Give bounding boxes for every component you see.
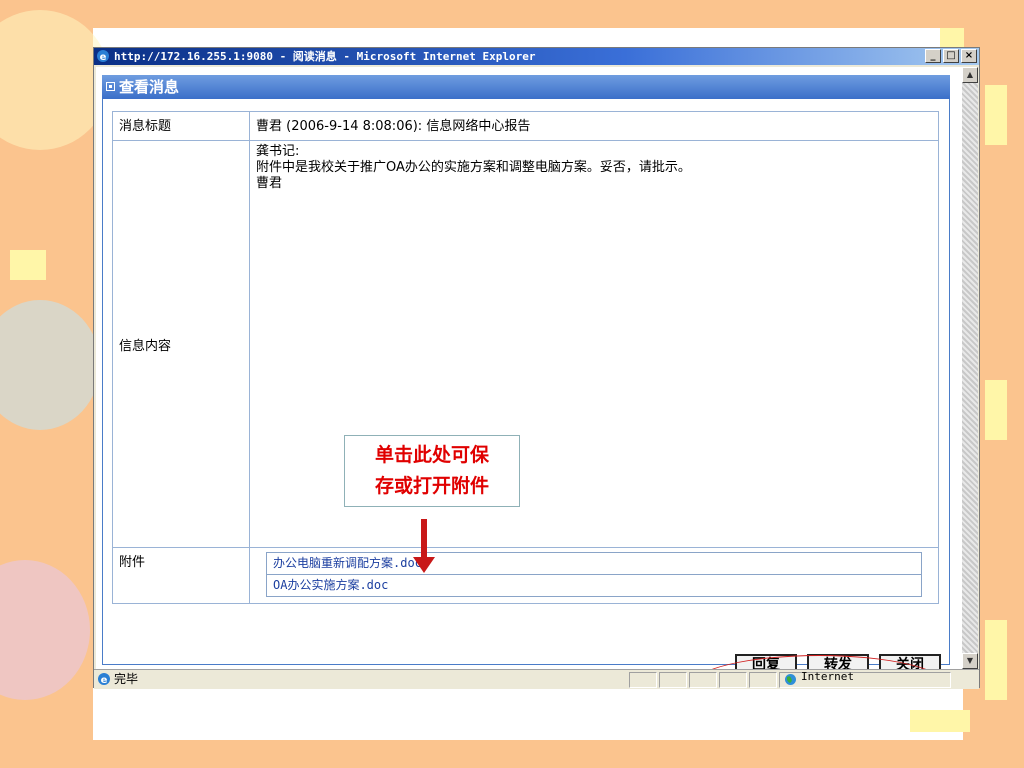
zone-panel: Internet xyxy=(779,670,951,688)
down-arrow-icon xyxy=(421,519,427,559)
ie-window: e http://172.16.255.1:9080 - 阅读消息 - Micr… xyxy=(93,47,980,689)
decor-bubble xyxy=(0,560,90,700)
close-window-button[interactable]: × xyxy=(961,49,977,63)
status-bar: e 完毕 Internet xyxy=(94,669,979,689)
decor-stripe xyxy=(10,250,46,280)
window-title: http://172.16.255.1:9080 - 阅读消息 - Micros… xyxy=(114,50,536,63)
attachment-list: 办公电脑重新调配方案.doc OA办公实施方案.doc xyxy=(266,552,922,597)
decor-stripe xyxy=(910,710,970,732)
status-panel xyxy=(689,672,717,688)
decor-stripe xyxy=(985,380,1007,440)
attachments-row: 附件 办公电脑重新调配方案.doc OA办公实施方案.doc xyxy=(112,547,939,604)
maximize-button[interactable]: □ xyxy=(943,49,959,63)
status-panel xyxy=(719,672,747,688)
content-line: 曹君 xyxy=(256,176,283,191)
panel-bullet-icon xyxy=(106,82,115,91)
status-text: 完毕 xyxy=(114,672,139,686)
status-panel xyxy=(629,672,657,688)
content-line: 龚书记: xyxy=(256,144,300,159)
action-buttons: 回复 转发 关闭 xyxy=(735,654,941,669)
status-panel xyxy=(749,672,777,688)
ie-logo-icon: e xyxy=(97,50,109,63)
page-done-icon: e xyxy=(98,673,110,686)
decor-bubble xyxy=(0,300,100,430)
page-content: 查看消息 消息标题 曹君 (2006-9-14 8:08:06): 信息网络中心… xyxy=(96,67,962,669)
callout-line: 存或打开附件 xyxy=(374,475,489,497)
attachments-label: 附件 xyxy=(112,547,250,604)
panel-header: 查看消息 xyxy=(102,75,950,99)
content-line: 附件中是我校关于推广OA办公的实施方案和调整电脑方案。妥否，请批示。 xyxy=(256,160,691,175)
attachment-link[interactable]: 办公电脑重新调配方案.doc xyxy=(267,553,921,574)
svg-text:e: e xyxy=(101,675,108,686)
callout-line: 单击此处可保 xyxy=(374,444,489,466)
decor-stripe xyxy=(985,620,1007,700)
forward-button[interactable]: 转发 xyxy=(807,654,869,669)
globe-icon xyxy=(785,674,796,685)
scroll-down-button[interactable]: ▼ xyxy=(962,653,978,669)
window-titlebar[interactable]: e http://172.16.255.1:9080 - 阅读消息 - Micr… xyxy=(94,48,979,65)
scroll-up-button[interactable]: ▲ xyxy=(962,67,978,83)
subject-row: 消息标题 曹君 (2006-9-14 8:08:06): 信息网络中心报告 xyxy=(112,111,939,141)
reply-button[interactable]: 回复 xyxy=(735,654,797,669)
arrow-head-icon xyxy=(413,557,435,573)
content-row: 信息内容 龚书记: 附件中是我校关于推广OA办公的实施方案和调整电脑方案。妥否，… xyxy=(112,140,939,548)
svg-text:e: e xyxy=(100,52,107,63)
subject-label: 消息标题 xyxy=(112,111,250,141)
attachments-cell: 办公电脑重新调配方案.doc OA办公实施方案.doc xyxy=(249,547,939,604)
panel-title: 查看消息 xyxy=(119,78,180,96)
close-button[interactable]: 关闭 xyxy=(879,654,941,669)
message-table: 消息标题 曹君 (2006-9-14 8:08:06): 信息网络中心报告 信息… xyxy=(112,111,939,604)
zone-label: Internet xyxy=(801,670,854,683)
vertical-scrollbar[interactable]: ▲ ▼ xyxy=(962,67,978,669)
status-panel xyxy=(659,672,687,688)
attachment-link[interactable]: OA办公实施方案.doc xyxy=(267,574,921,596)
content-label: 信息内容 xyxy=(112,140,250,548)
panel-body: 消息标题 曹君 (2006-9-14 8:08:06): 信息网络中心报告 信息… xyxy=(102,99,950,669)
minimize-button[interactable]: _ xyxy=(925,49,941,63)
subject-value: 曹君 (2006-9-14 8:08:06): 信息网络中心报告 xyxy=(249,111,939,141)
callout-box: 单击此处可保 存或打开附件 xyxy=(344,435,520,507)
decor-stripe xyxy=(985,85,1007,145)
